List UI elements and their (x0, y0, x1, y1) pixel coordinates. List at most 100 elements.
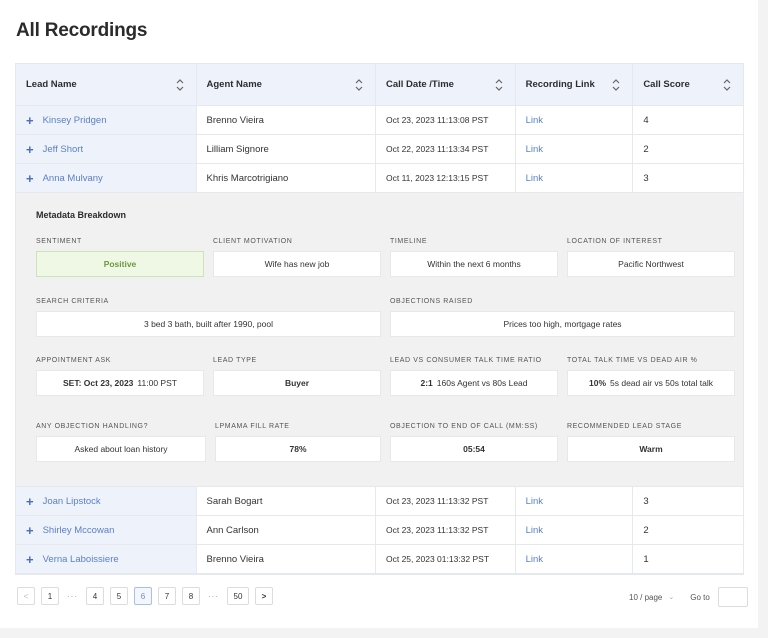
lead-name[interactable]: Kinsey Pridgen (43, 115, 107, 126)
agent-name: Khris Marcotrigiano (197, 164, 376, 192)
page-size-value: 10 / page (629, 592, 663, 602)
field-search-criteria: Search Criteria 3 bed 3 bath, built afte… (36, 298, 381, 337)
field-value: Asked about loan history (36, 436, 206, 462)
table-row: + Anna Mulvany Khris Marcotrigiano Oct 11… (16, 164, 743, 193)
lead-name[interactable]: Verna Laboissiere (43, 554, 119, 565)
pagination-ellipsis[interactable]: ··· (67, 592, 78, 601)
lead-name[interactable]: Jeff Short (43, 144, 84, 155)
call-date: Oct 23, 2023 11:13:08 PST (376, 106, 516, 134)
field-talk-time-ratio: Lead vs Consumer Talk Time Ratio 2:1 160s… (390, 357, 558, 396)
recording-link[interactable]: Link (526, 496, 543, 507)
lead-name-cell[interactable]: + Kinsey Pridgen (16, 106, 197, 134)
field-value: 78% (215, 436, 381, 462)
lead-name[interactable]: Joan Lipstock (43, 496, 101, 507)
page-button[interactable]: 50 (227, 587, 249, 605)
field-objections-raised: Objections Raised Prices too high, mortg… (390, 298, 735, 337)
column-header-lead-name[interactable]: Lead Name (16, 64, 197, 105)
table-row: + Jeff Short Lilliam Signore Oct 22, 2023… (16, 135, 743, 164)
column-header-call-date[interactable]: Call Date /Time (376, 64, 516, 105)
expand-plus-icon[interactable]: + (26, 143, 34, 156)
call-date: Oct 23, 2023 11:13:32 PST (376, 487, 516, 515)
sort-icon[interactable] (355, 78, 363, 91)
field-value: 3 bed 3 bath, built after 1990, pool (36, 311, 381, 337)
recording-link[interactable]: Link (526, 144, 543, 155)
field-value: SET: Oct 23, 2023 11:00 PST (36, 370, 204, 396)
field-recommended-lead-stage: Recommended Lead Stage Warm (567, 423, 735, 462)
call-score: 1 (643, 553, 649, 565)
page-button[interactable]: 5 (110, 587, 128, 605)
field-location-of-interest: Location of Interest Pacific Northwest (567, 238, 735, 277)
column-header-agent-name[interactable]: Agent Name (197, 64, 376, 105)
field-lead-type: Lead Type Buyer (213, 357, 381, 396)
field-value: 05:54 (390, 436, 558, 462)
table-header: Lead Name Agent Name Call Date /Time Rec… (16, 64, 743, 106)
field-sentiment: Sentiment Positive (36, 238, 204, 277)
expand-plus-icon[interactable]: + (26, 524, 34, 537)
value-bold: SET: Oct 23, 2023 (63, 378, 134, 388)
field-label: Sentiment (36, 238, 82, 245)
lead-name-cell[interactable]: + Jeff Short (16, 135, 197, 163)
expand-plus-icon[interactable]: + (26, 114, 34, 127)
recording-link[interactable]: Link (526, 554, 543, 565)
column-label: Call Date /Time (386, 79, 454, 90)
expand-plus-icon[interactable]: + (26, 495, 34, 508)
field-label: LPMAMA Fill Rate (215, 423, 290, 430)
column-label: Lead Name (26, 79, 77, 90)
sort-icon[interactable] (176, 78, 184, 91)
call-score: 2 (643, 143, 649, 155)
expand-plus-icon[interactable]: + (26, 172, 34, 185)
goto-page-input[interactable] (717, 587, 748, 607)
page-title: All Recordings (16, 20, 148, 41)
column-header-call-score[interactable]: Call Score (633, 64, 743, 105)
call-score: 2 (643, 524, 649, 536)
field-lpmama-fill-rate: LPMAMA Fill Rate 78% (215, 423, 381, 462)
table-row: + Joan Lipstock Sarah Bogart Oct 23, 2023… (16, 487, 743, 516)
call-date: Oct 25, 2023 01:13:32 PST (376, 545, 516, 573)
field-label: Location of Interest (567, 238, 663, 245)
expand-plus-icon[interactable]: + (26, 553, 34, 566)
recordings-table: Lead Name Agent Name Call Date /Time Rec… (15, 63, 744, 575)
lead-name-cell[interactable]: + Verna Laboissiere (16, 545, 197, 573)
page-button-current[interactable]: 6 (134, 587, 152, 605)
field-label: Lead vs Consumer Talk Time Ratio (390, 357, 542, 364)
page-button[interactable]: 8 (182, 587, 200, 605)
field-value: Within the next 6 months (390, 251, 558, 277)
recording-link-cell: Link (516, 516, 634, 544)
recording-link[interactable]: Link (526, 173, 543, 184)
field-label: Any Objection Handling? (36, 423, 149, 430)
field-label: Objections Raised (390, 298, 473, 305)
metadata-title: Metadata Breakdown (36, 210, 127, 220)
page-button[interactable]: 7 (158, 587, 176, 605)
column-header-recording-link[interactable]: Recording Link (516, 64, 634, 105)
page: All Recordings Lead Name Agent Name Call… (0, 0, 758, 628)
field-dead-air: Total Talk Time vs Dead Air % 10% 5s dead… (567, 357, 735, 396)
lead-name[interactable]: Anna Mulvany (43, 173, 103, 184)
lead-name-cell[interactable]: + Joan Lipstock (16, 487, 197, 515)
page-button[interactable]: 1 (41, 587, 59, 605)
page-button[interactable]: 4 (86, 587, 104, 605)
field-appointment-ask: Appointment Ask SET: Oct 23, 2023 11:00 P… (36, 357, 204, 396)
recording-link[interactable]: Link (526, 115, 543, 126)
recording-link-cell: Link (516, 135, 634, 163)
metadata-breakdown-panel: Metadata Breakdown Sentiment Positive Cl… (16, 193, 743, 487)
lead-name-cell[interactable]: + Anna Mulvany (16, 164, 197, 192)
sort-icon[interactable] (723, 78, 731, 91)
sort-icon[interactable] (612, 78, 620, 91)
sort-icon[interactable] (495, 78, 503, 91)
lead-name[interactable]: Shirley Mccowan (43, 525, 115, 536)
lead-name-cell[interactable]: + Shirley Mccowan (16, 516, 197, 544)
call-date: Oct 22, 2023 11:13:34 PST (376, 135, 516, 163)
chevron-down-icon: ⌄ (668, 594, 675, 601)
prev-page-button[interactable]: < (17, 587, 35, 605)
call-date: Oct 23, 2023 11:13:32 PST (376, 516, 516, 544)
sentiment-badge: Positive (36, 251, 204, 277)
field-label: Objection to End of Call (MM:SS) (390, 423, 538, 430)
recording-link-cell: Link (516, 487, 634, 515)
next-page-button[interactable]: > (255, 587, 273, 605)
recording-link[interactable]: Link (526, 525, 543, 536)
pagination-ellipsis[interactable]: ··· (208, 592, 219, 601)
field-timeline: Timeline Within the next 6 months (390, 238, 558, 277)
value-bold: 2:1 (420, 378, 433, 388)
value-text: 11:00 PST (137, 378, 177, 388)
page-size-select[interactable]: 10 / page ⌄ (629, 593, 674, 602)
